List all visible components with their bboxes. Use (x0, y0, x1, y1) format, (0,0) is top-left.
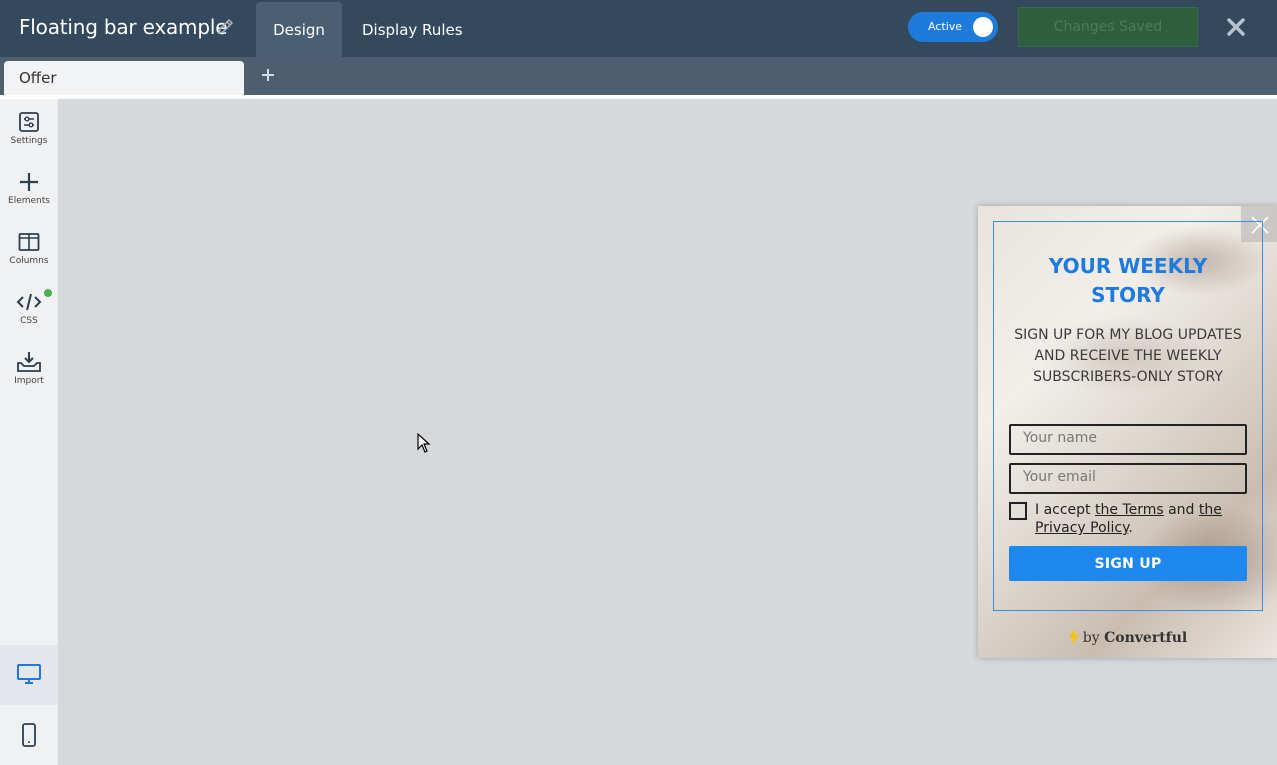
powered-by[interactable]: by Convertful (978, 629, 1277, 646)
popup-subheading[interactable]: SIGN UP FOR MY BLOG UPDATES AND RECEIVE … (1008, 325, 1248, 388)
sign-up-button[interactable]: SIGN UP (1009, 546, 1247, 581)
sidebar-label: Columns (9, 256, 49, 266)
sidebar-label: CSS (20, 316, 38, 326)
sidebar-item-import[interactable]: Import (0, 339, 58, 399)
left-sidebar: Settings Elements Columns CSS Import (0, 99, 58, 645)
privacy-link[interactable]: the (1199, 502, 1222, 518)
toggle-label: Active (928, 20, 963, 33)
email-field[interactable]: Your email (1009, 463, 1247, 494)
name-field[interactable]: Your name (1009, 424, 1247, 455)
active-toggle[interactable]: Active (908, 12, 998, 42)
sidebar-label: Import (14, 376, 44, 386)
sidebar-item-elements[interactable]: Elements (0, 159, 58, 219)
tab-design[interactable]: Design (256, 2, 342, 57)
mouse-cursor-icon (417, 433, 431, 453)
plus-icon (20, 173, 38, 191)
sidebar-item-settings[interactable]: Settings (0, 99, 58, 159)
sidebar-label: Settings (10, 136, 48, 146)
pencil-icon[interactable] (216, 17, 236, 37)
desktop-view-button[interactable] (0, 645, 58, 705)
tab-display-rules[interactable]: Display Rules (362, 2, 463, 57)
settings-icon (19, 112, 39, 132)
desktop-icon (17, 664, 41, 684)
sidebar-item-columns[interactable]: Columns (0, 219, 58, 279)
popup-preview: YOUR WEEKLY STORY SIGN UP FOR MY BLOG UP… (978, 206, 1277, 658)
divider (0, 95, 1277, 99)
code-icon (16, 293, 42, 311)
terms-text: I accept the Terms and the Privacy Policy… (1035, 502, 1222, 536)
mobile-view-button[interactable] (0, 705, 58, 765)
top-bar: Floating bar example Design Display Rule… (0, 0, 1277, 57)
toggle-knob (973, 17, 993, 37)
tab-offer[interactable]: Offer (4, 61, 244, 95)
sidebar-item-css[interactable]: CSS (0, 279, 58, 339)
sidebar-label: Elements (8, 196, 50, 206)
status-dot (44, 289, 52, 297)
columns-icon (18, 233, 40, 251)
import-icon (17, 352, 41, 372)
lightning-icon (1068, 629, 1079, 645)
changes-saved-button[interactable]: Changes Saved (1018, 7, 1198, 47)
close-icon[interactable] (1224, 15, 1248, 39)
page-title: Floating bar example (19, 15, 228, 39)
variant-tabs: Offer (0, 57, 1277, 95)
popup-heading[interactable]: YOUR WEEKLY STORY (1008, 252, 1248, 310)
plus-icon[interactable] (260, 67, 276, 83)
terms-link[interactable]: the Terms (1095, 502, 1164, 518)
privacy-link[interactable]: Privacy Policy (1035, 520, 1128, 536)
terms-checkbox[interactable] (1009, 502, 1027, 520)
mobile-icon (22, 723, 36, 747)
